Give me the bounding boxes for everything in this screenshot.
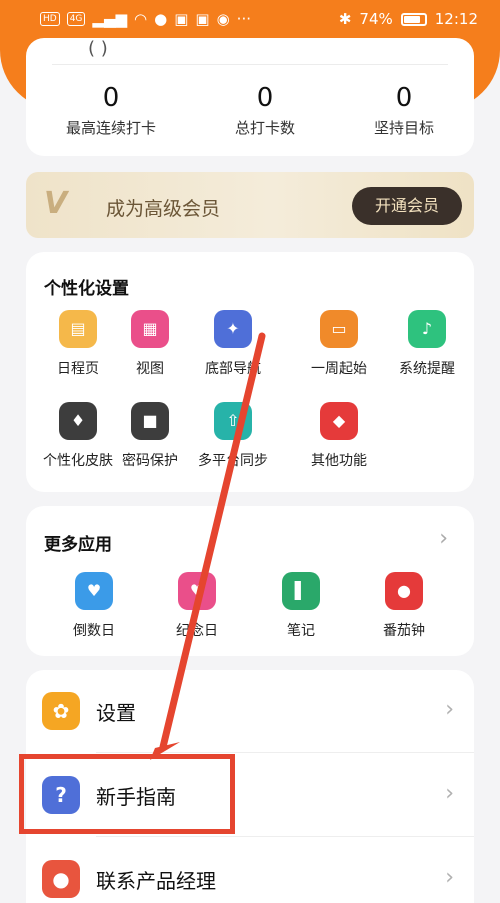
vip-banner-text: 成为高级会员 — [106, 198, 221, 220]
section-title-more-apps: 更多应用 — [44, 535, 112, 555]
tshirt-icon: ♦ — [59, 402, 97, 440]
countdown-icon: ♥ — [75, 572, 113, 610]
bell-icon: ♪ — [408, 310, 446, 348]
setting-item-label: 其他功能 — [311, 453, 367, 469]
menu-row-label: 设置 — [96, 701, 136, 725]
stat-value: 0 — [395, 83, 413, 113]
lock-icon: ■ — [131, 402, 169, 440]
menu-row-label: 联系产品经理 — [96, 869, 216, 893]
setting-item-label: 多平台同步 — [198, 453, 268, 469]
stat-label: 最高连续打卡 — [65, 119, 156, 137]
chevron-right-icon: › — [445, 865, 454, 890]
personalization-card: 个性化设置 ▤ 日程页 ▦ 视图 ✦ 底部导航 ▭ 一周起始 ♪ 系统提醒 ♦ 个性化皮肤 ■ 密码保护 ⇧… — [26, 252, 474, 492]
stat-value: 0 — [256, 83, 274, 113]
annotation-highlight-box — [19, 754, 235, 834]
profile-decoration-icon: ( ) — [88, 38, 108, 59]
clock: 12:12 — [434, 10, 478, 28]
stat-label: 总打卡数 — [234, 119, 295, 137]
calendar-icon: ▭ — [320, 310, 358, 348]
open-membership-button[interactable]: 开通会员 — [352, 187, 462, 225]
more-app-label: 番茄钟 — [383, 623, 425, 639]
more-app-item[interactable]: ♥ 倒数日 — [48, 572, 140, 642]
more-app-label: 倒数日 — [73, 623, 115, 639]
setting-item[interactable]: ◆ 其他功能 — [293, 402, 385, 472]
stat-total-checkins[interactable]: 0 总打卡数 — [190, 82, 340, 138]
anniversary-icon: ♥ — [178, 572, 216, 610]
more-app-item[interactable]: ▌ 笔记 — [255, 572, 347, 642]
vip-banner[interactable]: V 成为高级会员 开通会员 — [26, 172, 474, 238]
more-app-item[interactable]: ♥ 纪念日 — [151, 572, 243, 642]
menu-divider — [96, 752, 474, 753]
schedule-page-icon: ▤ — [59, 310, 97, 348]
stat-goals[interactable]: 0 坚持目标 — [329, 82, 479, 138]
contact-person-icon: ● — [42, 860, 80, 898]
app-notification-icon: ◉ — [216, 10, 230, 28]
more-app-label: 笔记 — [287, 623, 315, 639]
setting-item[interactable]: ♪ 系统提醒 — [381, 310, 473, 380]
chevron-right-icon: › — [445, 697, 454, 722]
more-apps-card: 更多应用 › ♥ 倒数日 ♥ 纪念日 ▌ 笔记 ● 番茄钟 — [26, 506, 474, 656]
status-bar-right: ✱ 74% 12:12 — [339, 10, 478, 28]
setting-item[interactable]: ✦ 底部导航 — [187, 310, 279, 380]
stats-card: ( ) 0 最高连续打卡 0 总打卡数 0 坚持目标 — [26, 38, 474, 156]
tomato-icon: ● — [385, 572, 423, 610]
setting-item-label: 系统提醒 — [399, 361, 455, 377]
app-notification-icon: ▣ — [174, 10, 189, 28]
bluetooth-icon: ✱ — [338, 10, 352, 28]
app-notification-icon: ▣ — [195, 10, 210, 28]
status-bar-left: HD 4G ▂▄▆ ◠ ● ▣ ▣ ◉ ··· — [40, 10, 251, 28]
grid-view-icon: ▦ — [131, 310, 169, 348]
notification-icon: ● — [154, 10, 168, 28]
gear-icon: ✿ — [42, 692, 80, 730]
battery-level — [403, 15, 421, 23]
setting-item[interactable]: ▭ 一周起始 — [293, 310, 385, 380]
notebook-icon: ▌ — [282, 572, 320, 610]
stat-longest-streak[interactable]: 0 最高连续打卡 — [36, 82, 186, 138]
vip-logo-icon: V — [44, 186, 68, 221]
more-apps-chevron-icon[interactable]: › — [439, 526, 448, 552]
stat-value: 0 — [102, 83, 120, 113]
battery-percent: 74% — [359, 10, 393, 28]
hd-indicator: HD — [40, 12, 60, 26]
stat-label: 坚持目标 — [373, 119, 434, 137]
menu-row[interactable]: ● 联系产品经理 › — [26, 838, 474, 903]
apps-icon: ◆ — [320, 402, 358, 440]
compass-icon: ✦ — [214, 310, 252, 348]
network-indicator: 4G — [66, 12, 86, 26]
more-app-label: 纪念日 — [176, 623, 218, 639]
stats-divider — [52, 64, 448, 65]
section-title-personalization: 个性化设置 — [44, 279, 129, 299]
setting-item-label: 底部导航 — [205, 361, 261, 377]
menu-divider — [96, 836, 474, 837]
setting-item[interactable]: ⇧ 多平台同步 — [187, 402, 279, 472]
menu-row[interactable]: ✿ 设置 › — [26, 670, 474, 753]
signal-icon: ▂▄▆ — [92, 10, 128, 28]
status-bar: HD 4G ▂▄▆ ◠ ● ▣ ▣ ◉ ··· ✱ 74% 12:12 — [0, 0, 500, 38]
cloud-sync-icon: ⇧ — [214, 402, 252, 440]
more-notifications-icon: ··· — [236, 10, 251, 28]
wifi-icon: ◠ — [134, 10, 148, 28]
chevron-right-icon: › — [445, 781, 454, 806]
battery-icon — [400, 12, 427, 26]
more-app-item[interactable]: ● 番茄钟 — [358, 572, 450, 642]
